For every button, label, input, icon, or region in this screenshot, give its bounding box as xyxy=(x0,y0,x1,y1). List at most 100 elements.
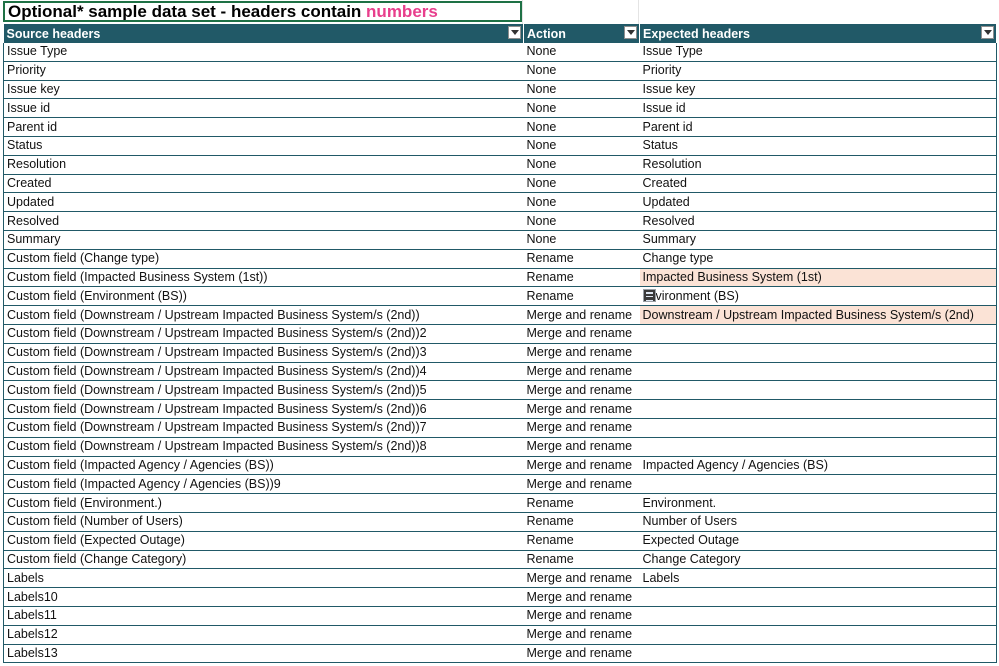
cell-action[interactable]: None xyxy=(523,61,640,81)
cell-source-header[interactable]: Labels11 xyxy=(3,606,524,626)
cell-action[interactable]: None xyxy=(523,80,640,100)
cell-source-header[interactable]: Issue Type xyxy=(3,43,524,62)
column-header-source[interactable]: Source headers xyxy=(3,24,524,43)
cell-action[interactable]: Merge and rename xyxy=(523,380,640,401)
cell-expected-header[interactable] xyxy=(639,606,997,626)
cell-action[interactable]: None xyxy=(523,155,640,175)
cell-action[interactable]: Rename xyxy=(523,286,640,307)
cell-source-header[interactable]: Custom field (Environment.) xyxy=(3,493,524,513)
cell-action[interactable]: Merge and rename xyxy=(523,343,640,363)
cell-action[interactable]: None xyxy=(523,117,640,137)
cell-source-header[interactable]: Resolution xyxy=(3,155,524,175)
cell-expected-header[interactable]: Issue key xyxy=(639,80,997,100)
cell-action[interactable]: None xyxy=(523,136,640,156)
cell-source-header[interactable]: Labels xyxy=(3,568,524,589)
cell-expected-header[interactable]: Resolved xyxy=(639,211,997,231)
cell-source-header[interactable]: Custom field (Downstream / Upstream Impa… xyxy=(3,362,524,382)
cell-expected-header[interactable]: Impacted Business System (1st) xyxy=(639,268,997,288)
cell-expected-header[interactable]: Updated xyxy=(639,192,997,213)
cell-source-header[interactable]: Labels10 xyxy=(3,587,524,607)
cell-expected-header[interactable]: Change Category xyxy=(639,550,997,570)
cell-action[interactable]: Merge and rename xyxy=(523,437,640,457)
cell-action[interactable]: Merge and rename xyxy=(523,644,640,664)
cell-source-header[interactable]: Issue id xyxy=(3,98,524,119)
cell-expected-header[interactable]: Priority xyxy=(639,61,997,81)
cell-source-header[interactable]: Labels12 xyxy=(3,625,524,645)
cell-expected-header[interactable] xyxy=(639,644,997,664)
cell-action[interactable]: None xyxy=(523,98,640,119)
cell-source-header[interactable]: Custom field (Environment (BS)) xyxy=(3,286,524,307)
cell-action[interactable]: Merge and rename xyxy=(523,399,640,419)
cell-action[interactable]: Rename xyxy=(523,493,640,513)
cell-expected-header[interactable] xyxy=(639,474,997,495)
cell-source-header[interactable]: Custom field (Number of Users) xyxy=(3,512,524,532)
cell-expected-header[interactable] xyxy=(639,380,997,401)
cell-action[interactable]: Merge and rename xyxy=(523,324,640,344)
cell-action[interactable]: Merge and rename xyxy=(523,362,640,382)
cell-source-header[interactable]: Custom field (Impacted Agency / Agencies… xyxy=(3,456,524,476)
cell-expected-header[interactable]: Status xyxy=(639,136,997,156)
cell-action[interactable]: Merge and rename xyxy=(523,606,640,626)
cell-expected-header[interactable] xyxy=(639,625,997,645)
cell-action[interactable]: Merge and rename xyxy=(523,418,640,438)
cell-source-header[interactable]: Created xyxy=(3,174,524,194)
cell-expected-header[interactable]: Issue Type xyxy=(639,43,997,62)
cell-action[interactable]: None xyxy=(523,211,640,231)
cell-action[interactable]: None xyxy=(523,174,640,194)
cell-source-header[interactable]: Issue key xyxy=(3,80,524,100)
cell-expected-header[interactable] xyxy=(639,418,997,438)
column-header-expected[interactable]: Expected headers xyxy=(639,24,997,43)
cell-source-header[interactable]: Priority xyxy=(3,61,524,81)
paste-options-icon[interactable] xyxy=(642,288,656,302)
cell-action[interactable]: None xyxy=(523,230,640,250)
cell-action[interactable]: Rename xyxy=(523,249,640,269)
cell-action[interactable]: Merge and rename xyxy=(523,587,640,607)
cell-action[interactable]: Merge and rename xyxy=(523,474,640,495)
cell-expected-header[interactable]: Parent id xyxy=(639,117,997,137)
filter-dropdown-icon[interactable] xyxy=(981,26,994,39)
cell-expected-header[interactable] xyxy=(639,324,997,344)
cell-source-header[interactable]: Custom field (Downstream / Upstream Impa… xyxy=(3,324,524,344)
cell-expected-header[interactable]: Downstream / Upstream Impacted Business … xyxy=(639,305,997,325)
cell-expected-header[interactable] xyxy=(639,362,997,382)
cell-action[interactable]: Rename xyxy=(523,531,640,551)
sheet-title-cell[interactable]: Optional* sample data set - headers cont… xyxy=(3,1,522,22)
cell-source-header[interactable]: Custom field (Downstream / Upstream Impa… xyxy=(3,380,524,401)
cell-expected-header[interactable] xyxy=(639,587,997,607)
cell-expected-header[interactable]: Environment. xyxy=(639,493,997,513)
cell-source-header[interactable]: Custom field (Downstream / Upstream Impa… xyxy=(3,305,524,325)
cell-source-header[interactable]: Updated xyxy=(3,192,524,213)
cell-source-header[interactable]: Status xyxy=(3,136,524,156)
cell-source-header[interactable]: Custom field (Impacted Business System (… xyxy=(3,268,524,288)
cell-source-header[interactable]: Summary xyxy=(3,230,524,250)
cell-expected-header[interactable]: vironment (BS) xyxy=(639,286,997,307)
cell-action[interactable]: Rename xyxy=(523,512,640,532)
cell-expected-header[interactable]: Created xyxy=(639,174,997,194)
cell-expected-header[interactable]: Issue id xyxy=(639,98,997,119)
column-header-action[interactable]: Action xyxy=(523,24,640,43)
cell-source-header[interactable]: Custom field (Expected Outage) xyxy=(3,531,524,551)
cell-action[interactable]: Rename xyxy=(523,550,640,570)
filter-dropdown-icon[interactable] xyxy=(508,26,521,39)
cell-expected-header[interactable]: Labels xyxy=(639,568,997,589)
cell-action[interactable]: Merge and rename xyxy=(523,625,640,645)
cell-expected-header[interactable] xyxy=(639,343,997,363)
cell-source-header[interactable]: Custom field (Change Category) xyxy=(3,550,524,570)
cell-action[interactable]: Merge and rename xyxy=(523,568,640,589)
cell-source-header[interactable]: Custom field (Downstream / Upstream Impa… xyxy=(3,437,524,457)
cell-expected-header[interactable]: Impacted Agency / Agencies (BS) xyxy=(639,456,997,476)
cell-expected-header[interactable]: Change type xyxy=(639,249,997,269)
cell-action[interactable]: None xyxy=(523,192,640,213)
cell-expected-header[interactable] xyxy=(639,399,997,419)
cell-source-header[interactable]: Custom field (Impacted Agency / Agencies… xyxy=(3,474,524,495)
cell-action[interactable]: None xyxy=(523,43,640,62)
cell-expected-header[interactable] xyxy=(639,437,997,457)
cell-source-header[interactable]: Custom field (Downstream / Upstream Impa… xyxy=(3,399,524,419)
cell-action[interactable]: Merge and rename xyxy=(523,305,640,325)
cell-source-header[interactable]: Parent id xyxy=(3,117,524,137)
cell-source-header[interactable]: Custom field (Downstream / Upstream Impa… xyxy=(3,343,524,363)
filter-dropdown-icon[interactable] xyxy=(624,26,637,39)
cell-source-header[interactable]: Resolved xyxy=(3,211,524,231)
cell-source-header[interactable]: Custom field (Change type) xyxy=(3,249,524,269)
cell-action[interactable]: Merge and rename xyxy=(523,456,640,476)
